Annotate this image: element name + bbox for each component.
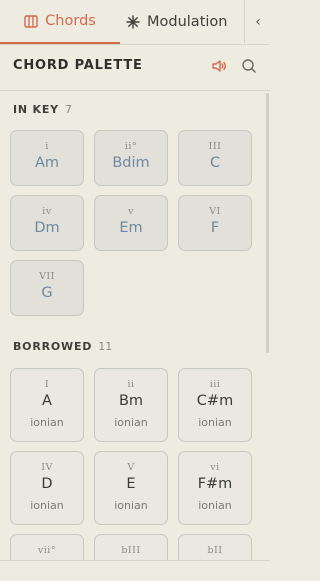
- chord-card[interactable]: ii° Bdim: [94, 130, 168, 186]
- chord-numeral: v: [128, 206, 134, 217]
- chord-card[interactable]: VI F: [178, 195, 252, 251]
- chord-numeral: iii: [209, 379, 221, 390]
- section-borrowed-count: 11: [98, 340, 113, 353]
- chevron-left-icon: ‹: [255, 13, 261, 30]
- chord-name: C: [209, 155, 221, 171]
- chord-name: G: [41, 285, 53, 301]
- page-title: CHORD PALETTE: [13, 58, 143, 73]
- chord-card[interactable]: vi F#m ionian: [178, 451, 252, 525]
- tab-modulation-label: Modulation: [147, 13, 228, 30]
- chord-numeral: vii°: [37, 545, 57, 556]
- tab-modulation[interactable]: Modulation: [126, 0, 242, 43]
- chord-mode: ionian: [114, 416, 148, 429]
- section-borrowed-label: BORROWED: [13, 340, 93, 353]
- chord-numeral: I: [44, 379, 50, 390]
- section-borrowed-title: BORROWED 11: [13, 340, 112, 353]
- panel-footer: [0, 560, 270, 581]
- scrollbar[interactable]: [266, 93, 269, 353]
- chord-name: Am: [34, 155, 60, 171]
- chord-numeral: ii°: [124, 141, 138, 152]
- chord-card[interactable]: i Am: [10, 130, 84, 186]
- section-in-key-title: IN KEY 7: [13, 103, 72, 116]
- chord-name: Bdim: [112, 155, 150, 171]
- chord-card[interactable]: v Em: [94, 195, 168, 251]
- chord-numeral: bIII: [121, 545, 141, 556]
- section-in-key-count: 7: [64, 103, 72, 116]
- chord-card[interactable]: ii Bm ionian: [94, 368, 168, 442]
- chord-mode: ionian: [198, 416, 232, 429]
- search-icon[interactable]: [240, 57, 258, 75]
- tab-bar: Chords Modulation ‹: [0, 0, 270, 45]
- chord-numeral: vi: [210, 462, 220, 473]
- chord-numeral: III: [208, 141, 222, 152]
- chord-list[interactable]: IN KEY 7 i Am ii° Bdim III C iv Dm v Em V…: [0, 91, 270, 560]
- tab-scroll-left-button[interactable]: ‹: [244, 0, 271, 43]
- chord-card[interactable]: vii°: [10, 534, 84, 560]
- chord-card[interactable]: I A ionian: [10, 368, 84, 442]
- section-in-key-label: IN KEY: [13, 103, 59, 116]
- chord-mode: ionian: [30, 416, 64, 429]
- chord-name: Dm: [34, 220, 60, 236]
- chord-numeral: bII: [207, 545, 223, 556]
- chord-name: E: [126, 476, 136, 492]
- sparkle-icon: [126, 14, 140, 29]
- chord-card[interactable]: VII G: [10, 260, 84, 316]
- chord-card[interactable]: IV D ionian: [10, 451, 84, 525]
- chord-numeral: IV: [41, 462, 53, 473]
- speaker-icon[interactable]: [210, 57, 228, 75]
- tab-chords-label: Chords: [45, 13, 96, 29]
- chord-card[interactable]: iii C#m ionian: [178, 368, 252, 442]
- palette-header: CHORD PALETTE: [0, 44, 270, 91]
- chord-card[interactable]: III C: [178, 130, 252, 186]
- chord-numeral: VI: [209, 206, 221, 217]
- chord-mode: ionian: [198, 499, 232, 512]
- chord-card[interactable]: bIII: [94, 534, 168, 560]
- chord-name: Bm: [118, 393, 144, 409]
- chord-name: F: [210, 220, 220, 236]
- chord-card[interactable]: iv Dm: [10, 195, 84, 251]
- chord-name: A: [42, 393, 52, 409]
- chord-name: D: [41, 476, 53, 492]
- chord-mode: ionian: [30, 499, 64, 512]
- chord-name: Em: [119, 220, 143, 236]
- chord-numeral: i: [45, 141, 49, 152]
- tab-chords[interactable]: Chords: [0, 0, 120, 44]
- chord-card[interactable]: bII: [178, 534, 252, 560]
- chord-numeral: VII: [39, 271, 55, 282]
- chord-mode: ionian: [114, 499, 148, 512]
- chord-numeral: V: [127, 462, 135, 473]
- palette-icon: [24, 14, 38, 28]
- chord-name: F#m: [197, 476, 233, 492]
- chord-numeral: iv: [42, 206, 52, 217]
- chord-numeral: ii: [127, 379, 135, 390]
- chord-name: C#m: [196, 393, 234, 409]
- chord-card[interactable]: V E ionian: [94, 451, 168, 525]
